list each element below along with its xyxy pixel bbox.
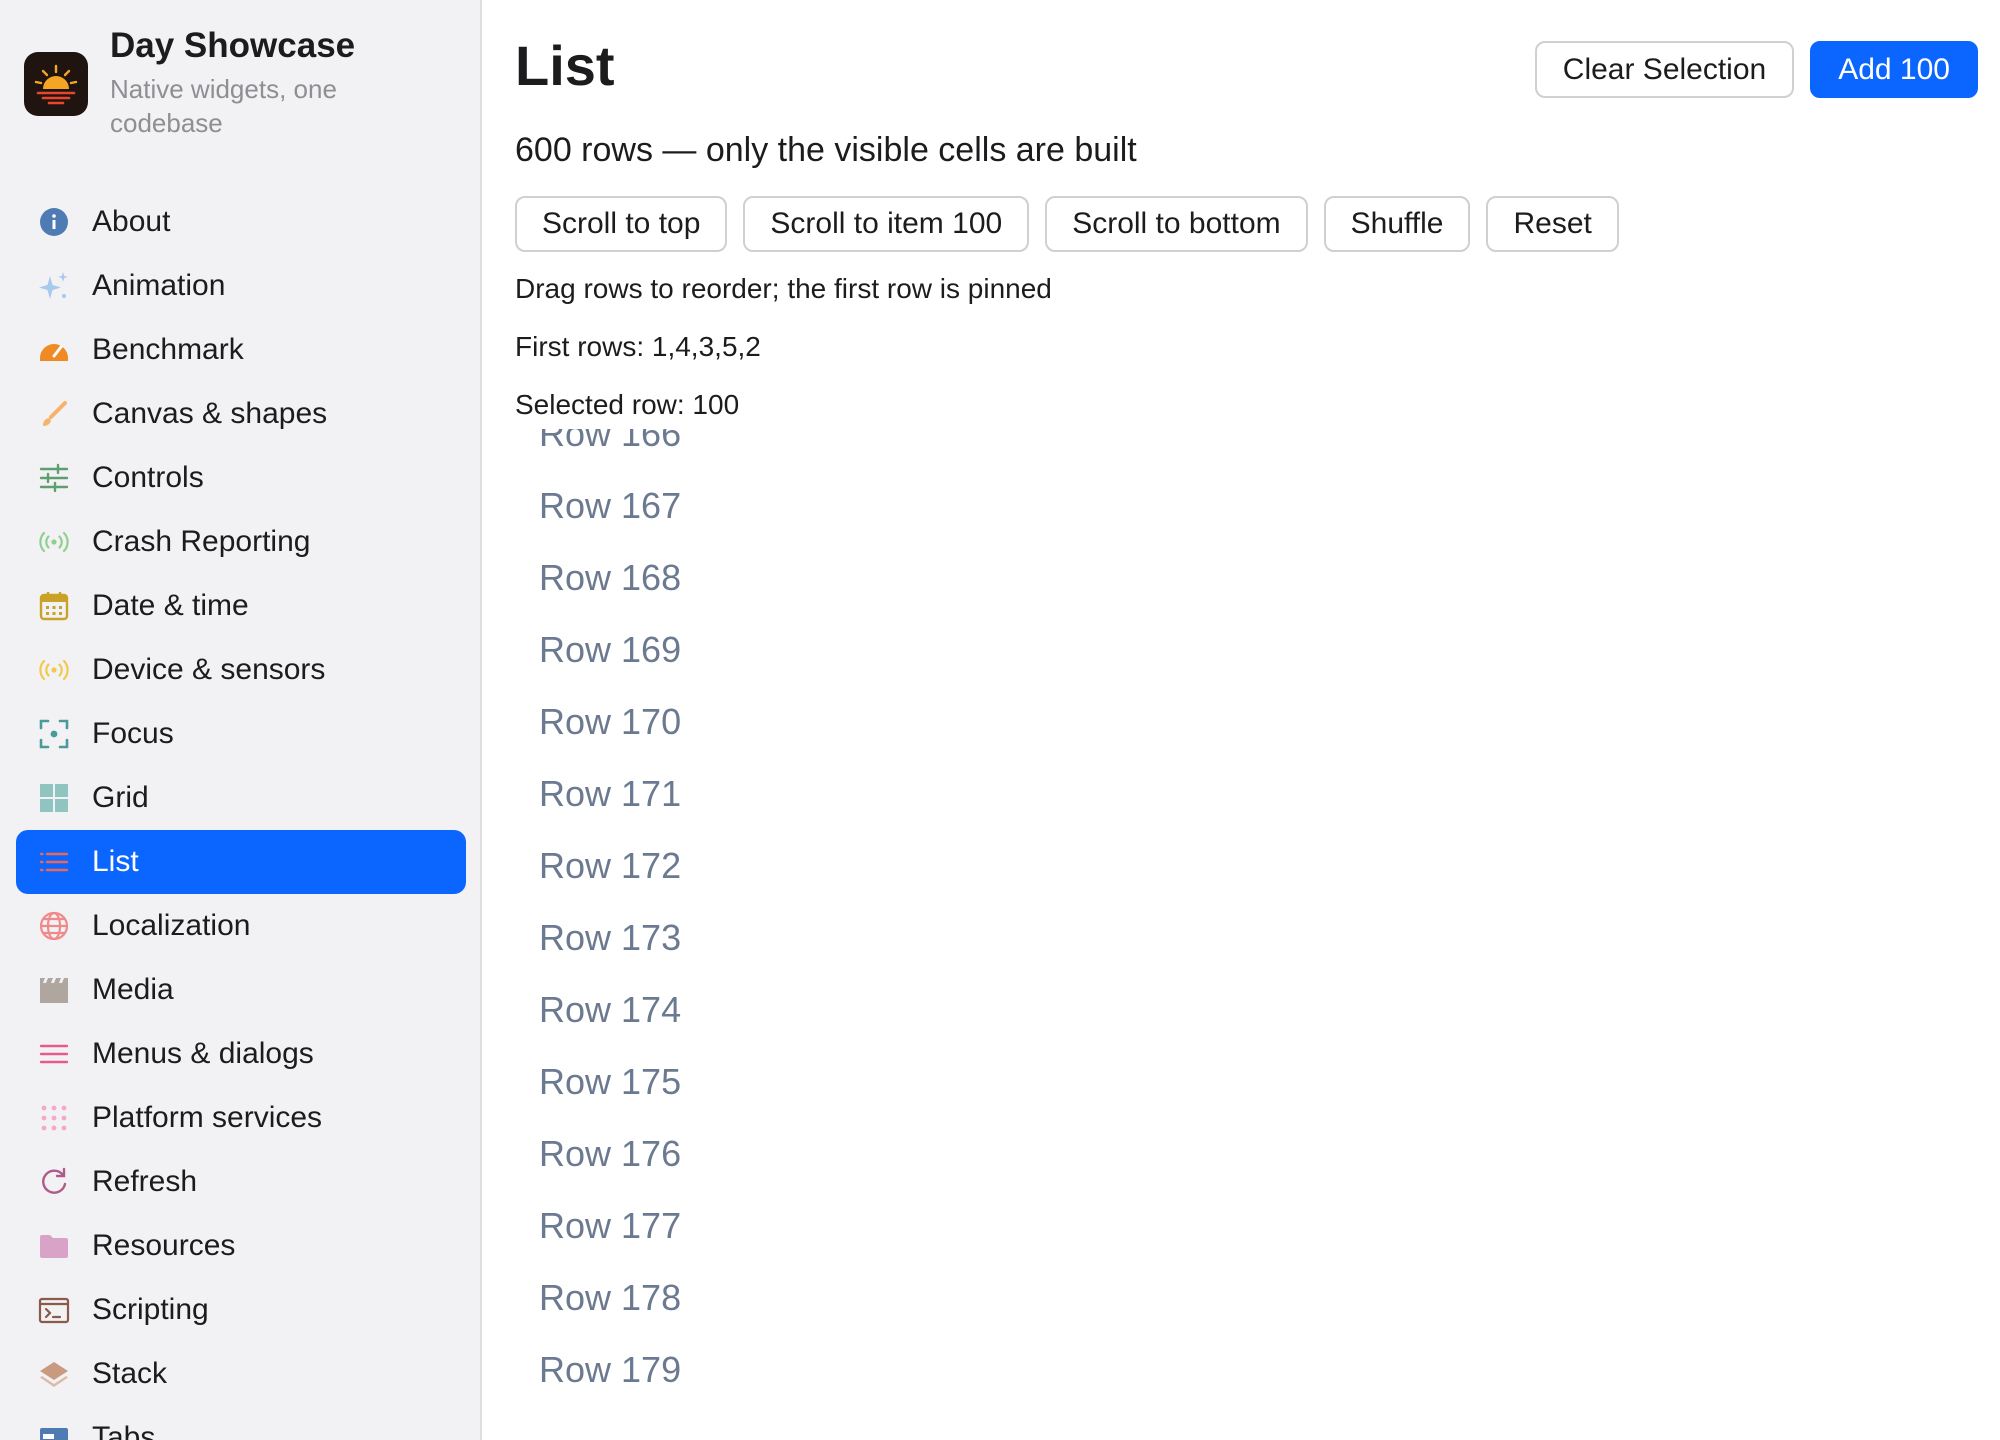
- focus-icon: [38, 718, 70, 750]
- sidebar-item-label: Animation: [92, 269, 226, 302]
- app-window: Day Showcase Native widgets, one codebas…: [0, 0, 2000, 1440]
- sidebar-item-benchmark[interactable]: Benchmark: [16, 318, 466, 382]
- first-rows-text: First rows: 1,4,3,5,2: [515, 331, 761, 362]
- sidebar-item-about[interactable]: About: [16, 190, 466, 254]
- sidebar-item-date-time[interactable]: Date & time: [16, 574, 466, 638]
- brush-icon: [38, 398, 70, 430]
- info-icon: [38, 206, 70, 238]
- sidebar-item-label: Scripting: [92, 1293, 209, 1326]
- list-row[interactable]: Row 172: [515, 830, 1915, 902]
- reset-button[interactable]: Reset: [1486, 196, 1619, 252]
- sunrise-icon: [24, 52, 88, 116]
- sidebar-item-label: Localization: [92, 909, 251, 942]
- sidebar-item-label: List: [92, 845, 139, 878]
- list-row[interactable]: Row 177: [515, 1190, 1915, 1262]
- refresh-icon: [38, 1166, 70, 1198]
- sidebar-item-label: Grid: [92, 781, 149, 814]
- sidebar: Day Showcase Native widgets, one codebas…: [0, 0, 482, 1440]
- app-subtitle: Native widgets, one codebase: [110, 74, 337, 138]
- sidebar-item-label: Platform services: [92, 1101, 323, 1134]
- dots-grid-icon: [38, 1102, 70, 1134]
- sidebar-item-controls[interactable]: Controls: [16, 446, 466, 510]
- sidebar-item-label: About: [92, 205, 171, 238]
- sidebar-item-focus[interactable]: Focus: [16, 702, 466, 766]
- sidebar-item-canvas-shapes[interactable]: Canvas & shapes: [16, 382, 466, 446]
- sidebar-item-label: Resources: [92, 1229, 236, 1262]
- sidebar-item-localization[interactable]: Localization: [16, 894, 466, 958]
- page-title: List: [515, 34, 615, 97]
- list-row[interactable]: Row 166: [515, 429, 1915, 470]
- gauge-icon: [38, 334, 70, 366]
- sidebar-item-label: Menus & dialogs: [92, 1037, 314, 1070]
- list-row[interactable]: Row 169: [515, 614, 1915, 686]
- sidebar-item-device-sensors[interactable]: Device & sensors: [16, 638, 466, 702]
- calendar-icon: [38, 590, 70, 622]
- scroll-to-bottom-button[interactable]: Scroll to bottom: [1045, 196, 1308, 252]
- scroll-to-item-button[interactable]: Scroll to item 100: [743, 196, 1030, 252]
- list-row[interactable]: Row 168: [515, 542, 1915, 614]
- sidebar-item-media[interactable]: Media: [16, 958, 466, 1022]
- sidebar-item-grid[interactable]: Grid: [16, 766, 466, 830]
- sidebar-item-menus-dialogs[interactable]: Menus & dialogs: [16, 1022, 466, 1086]
- list-subtitle: 600 rows — only the visible cells are bu…: [515, 131, 1137, 169]
- shuffle-button[interactable]: Shuffle: [1323, 196, 1471, 252]
- list-row[interactable]: Row 175: [515, 1046, 1915, 1118]
- list-row[interactable]: Row 170: [515, 686, 1915, 758]
- clapperboard-icon: [38, 974, 70, 1006]
- virtual-list[interactable]: Row 166 Row 167 Row 168 Row 169 Row 170 …: [515, 429, 1915, 1440]
- add-100-button[interactable]: Add 100: [1810, 41, 1978, 98]
- menu-lines-icon: [38, 1038, 70, 1070]
- list-row[interactable]: Row 173: [515, 902, 1915, 974]
- list-row[interactable]: Row 167: [515, 470, 1915, 542]
- sidebar-nav: About Animation Benchmark Canvas & shape…: [16, 190, 466, 1440]
- sidebar-item-crash-reporting[interactable]: Crash Reporting: [16, 510, 466, 574]
- sensor-icon: [38, 654, 70, 686]
- main-content: List Clear Selection Add 100 600 rows — …: [482, 0, 2000, 1440]
- list-row[interactable]: Row 171: [515, 758, 1915, 830]
- sidebar-item-list[interactable]: List: [16, 830, 466, 894]
- sidebar-item-label: Media: [92, 973, 174, 1006]
- clear-selection-button[interactable]: Clear Selection: [1534, 41, 1795, 98]
- sidebar-item-platform-services[interactable]: Platform services: [16, 1086, 466, 1150]
- sliders-icon: [38, 462, 70, 494]
- brand-header: Day Showcase Native widgets, one codebas…: [24, 24, 410, 140]
- drag-hint: Drag rows to reorder; the first row is p…: [515, 273, 1052, 304]
- sidebar-item-label: Canvas & shapes: [92, 397, 328, 430]
- list-row[interactable]: Row 176: [515, 1118, 1915, 1190]
- folder-icon: [38, 1230, 70, 1262]
- list-row[interactable]: Row 178: [515, 1262, 1915, 1334]
- grid-icon: [38, 782, 70, 814]
- list-row[interactable]: Row 179: [515, 1334, 1915, 1406]
- sidebar-item-tabs[interactable]: Tabs: [16, 1406, 466, 1440]
- scroll-to-top-button[interactable]: Scroll to top: [515, 196, 728, 252]
- tabs-icon: [38, 1422, 70, 1440]
- layers-icon: [38, 1358, 70, 1390]
- sidebar-item-label: Crash Reporting: [92, 525, 311, 558]
- sidebar-item-label: Controls: [92, 461, 204, 494]
- sidebar-item-resources[interactable]: Resources: [16, 1214, 466, 1278]
- selected-row-text: Selected row: 100: [515, 389, 740, 420]
- sidebar-item-scripting[interactable]: Scripting: [16, 1278, 466, 1342]
- list-row[interactable]: Row 174: [515, 974, 1915, 1046]
- sidebar-item-label: Stack: [92, 1357, 168, 1390]
- sidebar-item-stack[interactable]: Stack: [16, 1342, 466, 1406]
- globe-icon: [38, 910, 70, 942]
- sidebar-item-animation[interactable]: Animation: [16, 254, 466, 318]
- app-title: Day Showcase: [110, 26, 356, 65]
- toolbar: Clear Selection Add 100: [1534, 41, 1978, 98]
- terminal-icon: [38, 1294, 70, 1326]
- sidebar-item-label: Device & sensors: [92, 653, 326, 686]
- sidebar-item-label: Refresh: [92, 1165, 198, 1198]
- sidebar-item-label: Benchmark: [92, 333, 244, 366]
- sidebar-item-refresh[interactable]: Refresh: [16, 1150, 466, 1214]
- sidebar-item-label: Date & time: [92, 589, 249, 622]
- list-actions: Scroll to top Scroll to item 100 Scroll …: [515, 196, 1619, 252]
- sidebar-item-label: Tabs: [92, 1421, 156, 1440]
- sparkles-icon: [38, 270, 70, 302]
- sidebar-item-label: Focus: [92, 717, 174, 750]
- broadcast-icon: [38, 526, 70, 558]
- list-icon: [38, 846, 70, 878]
